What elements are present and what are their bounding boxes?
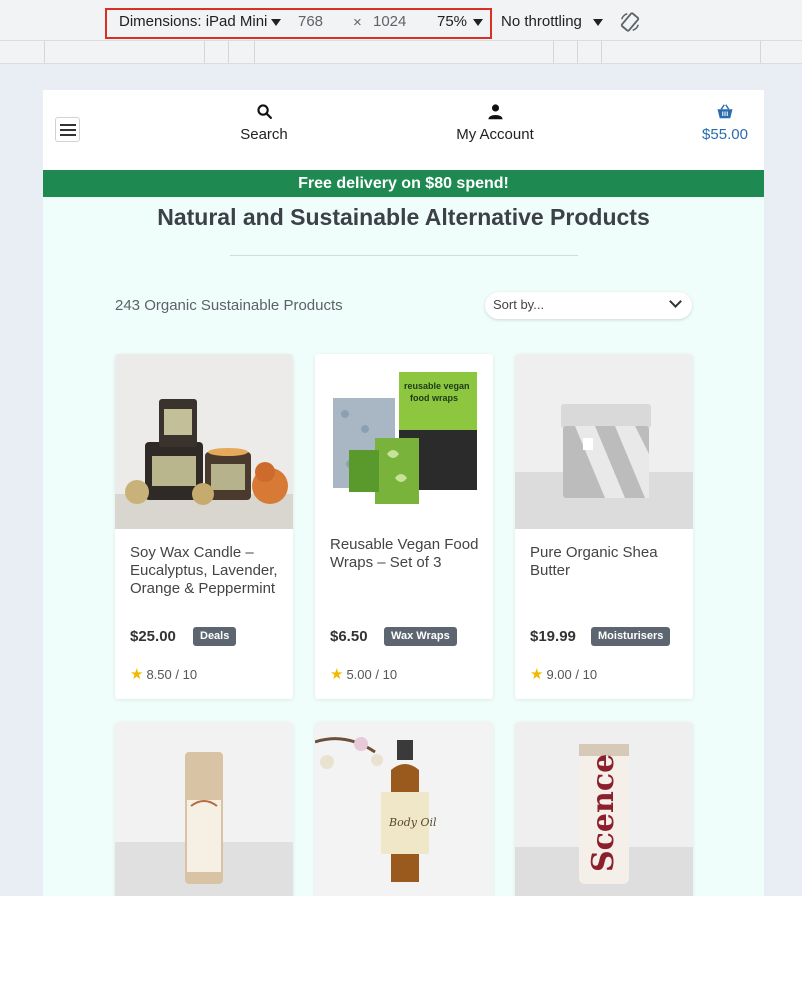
emulated-page: Search My Account $55.00 Free delivery o… bbox=[43, 90, 764, 896]
zoom-select[interactable]: 75% bbox=[437, 13, 467, 30]
page-title: Natural and Sustainable Alternative Prod… bbox=[157, 204, 650, 230]
category-badge[interactable]: Moisturisers bbox=[591, 627, 671, 646]
product-name[interactable]: Soy Wax Candle – Eucalyptus, Lavender, O… bbox=[130, 544, 280, 598]
rotate-icon[interactable] bbox=[619, 11, 641, 33]
product-rating: ★ 8.50 / 10 bbox=[130, 665, 197, 683]
throttling-select[interactable]: No throttling bbox=[501, 13, 582, 30]
svg-text:Body Oil: Body Oil bbox=[388, 816, 437, 829]
sort-placeholder: Sort by... bbox=[493, 297, 545, 312]
title-divider bbox=[230, 255, 578, 256]
product-price: $6.50 bbox=[330, 628, 368, 645]
device-select-arrow-icon[interactable] bbox=[271, 19, 281, 26]
times-sign: × bbox=[353, 14, 362, 31]
device-toolbar: Dimensions: iPad Mini 768 × 1024 75% No … bbox=[0, 0, 802, 40]
category-badge[interactable]: Wax Wraps bbox=[384, 627, 457, 646]
product-card[interactable]: Soy Wax Candle – Eucalyptus, Lavender, O… bbox=[115, 354, 293, 699]
product-count: 243 Organic Sustainable Products bbox=[115, 297, 343, 314]
product-rating: ★ 9.00 / 10 bbox=[530, 665, 597, 683]
hamburger-menu-button[interactable] bbox=[55, 117, 80, 142]
site-header: Search My Account $55.00 bbox=[43, 90, 764, 170]
product-image-food-wraps[interactable]: reusable vegan food wraps bbox=[315, 354, 493, 529]
category-badge[interactable]: Deals bbox=[193, 627, 237, 646]
svg-text:reusable vegan: reusable vegan bbox=[404, 381, 470, 391]
search-link[interactable]: Search bbox=[231, 103, 297, 143]
my-account-link[interactable]: My Account bbox=[442, 103, 548, 143]
promo-banner: Free delivery on $80 spend! bbox=[43, 170, 764, 197]
rating-value: 9.00 / 10 bbox=[546, 667, 598, 682]
basket-icon bbox=[717, 104, 733, 119]
product-price: $19.99 bbox=[530, 628, 576, 645]
product-price: $25.00 bbox=[130, 628, 176, 645]
sort-select[interactable]: Sort by... bbox=[485, 292, 692, 319]
product-image-deodorant-stick[interactable]: Scence bbox=[515, 722, 693, 896]
search-icon bbox=[256, 104, 272, 120]
product-image-candle[interactable] bbox=[115, 354, 293, 529]
product-image-deodorant-tube[interactable] bbox=[115, 722, 293, 896]
throttling-select-arrow-icon[interactable] bbox=[593, 19, 603, 26]
product-card[interactable]: Scence bbox=[515, 722, 693, 896]
product-card[interactable]: Body Oil bbox=[315, 722, 493, 896]
media-query-ruler[interactable] bbox=[0, 40, 802, 64]
chevron-down-icon bbox=[669, 295, 682, 308]
rating-value: 5.00 / 10 bbox=[346, 667, 398, 682]
star-icon: ★ bbox=[530, 666, 544, 683]
search-label: Search bbox=[240, 126, 288, 143]
star-icon: ★ bbox=[130, 666, 144, 683]
product-image-shea-butter[interactable] bbox=[515, 354, 693, 529]
cart-link[interactable]: $55.00 bbox=[695, 103, 755, 143]
product-name[interactable]: Reusable Vegan Food Wraps – Set of 3 bbox=[330, 536, 480, 572]
cart-total: $55.00 bbox=[702, 126, 748, 143]
product-image-body-oil[interactable]: Body Oil bbox=[315, 722, 493, 896]
width-input[interactable]: 768 bbox=[298, 13, 323, 30]
product-rating: ★ 5.00 / 10 bbox=[330, 665, 397, 683]
product-name[interactable]: Pure Organic Shea Butter bbox=[530, 544, 680, 580]
device-dimensions-select[interactable]: Dimensions: iPad Mini bbox=[119, 13, 267, 30]
height-input[interactable]: 1024 bbox=[373, 13, 406, 30]
product-card[interactable]: reusable vegan food wraps Reusable Vegan… bbox=[315, 354, 493, 699]
zoom-select-arrow-icon[interactable] bbox=[473, 19, 483, 26]
product-card[interactable] bbox=[115, 722, 293, 896]
svg-text:food wraps: food wraps bbox=[410, 393, 458, 403]
svg-text:Scence: Scence bbox=[586, 754, 621, 872]
product-card[interactable]: Pure Organic Shea Butter $19.99 Moisturi… bbox=[515, 354, 693, 699]
my-account-label: My Account bbox=[456, 126, 534, 143]
rating-value: 8.50 / 10 bbox=[146, 667, 198, 682]
user-icon bbox=[487, 104, 503, 120]
star-icon: ★ bbox=[330, 666, 344, 683]
